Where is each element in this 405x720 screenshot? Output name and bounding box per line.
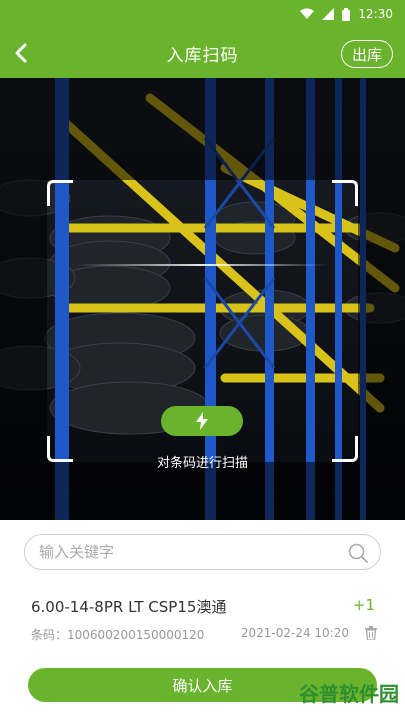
item-quantity: +1 <box>352 596 375 614</box>
lightning-icon <box>196 412 208 430</box>
search-input[interactable] <box>39 543 329 561</box>
battery-icon <box>342 7 351 21</box>
page-title: 入库扫码 <box>166 45 239 66</box>
camera-preview: 对条码进行扫描 <box>0 78 405 520</box>
search-icon[interactable] <box>348 543 368 567</box>
item-barcode: 条码：100600200150000120 <box>31 628 205 642</box>
search-box <box>24 534 381 570</box>
chevron-left-icon <box>15 43 27 63</box>
overlay-left <box>0 180 47 462</box>
watermark-text: 谷普软件园 <box>299 681 399 706</box>
list-item[interactable]: 6.00-14-8PR LT CSP15澳通 +1 条码：10060020015… <box>12 582 393 648</box>
app-bar: 入库扫码 出库 <box>0 28 405 78</box>
overlay-right <box>358 180 405 462</box>
wifi-icon <box>300 8 315 20</box>
status-bar: 12:30 <box>0 0 405 28</box>
stock-out-button[interactable]: 出库 <box>340 40 393 68</box>
scan-corner-top-right <box>332 180 358 206</box>
scan-corner-top-left <box>47 180 73 206</box>
signal-icon <box>322 8 335 20</box>
status-time: 12:30 <box>358 7 393 21</box>
trash-icon[interactable] <box>365 625 377 644</box>
back-button[interactable] <box>6 38 36 68</box>
watermark-logo: 谷普软件园 <box>299 674 399 710</box>
overlay-top <box>0 78 405 180</box>
scan-hint: 对条码进行扫描 <box>156 456 248 471</box>
item-name: 6.00-14-8PR LT CSP15澳通 <box>31 598 227 616</box>
flashlight-button[interactable] <box>161 406 243 436</box>
scan-line <box>75 264 330 266</box>
item-time: 2021-02-24 10:20 <box>240 626 349 640</box>
